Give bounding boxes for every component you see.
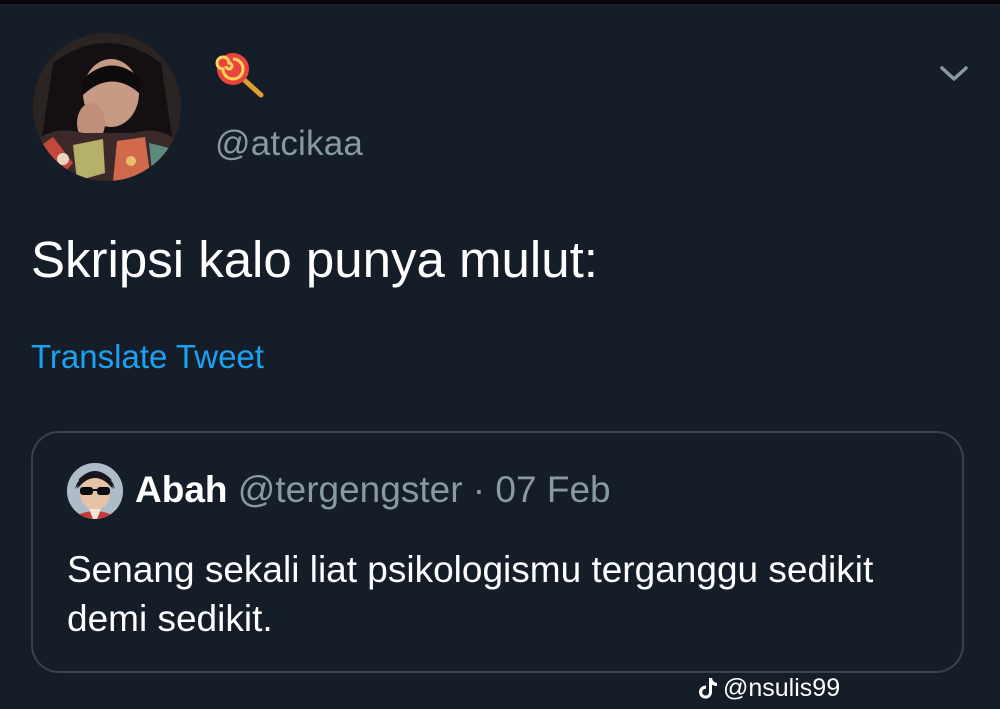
quoted-tweet-text: Senang sekali liat psikologismu tergangg… xyxy=(67,549,874,639)
quoted-user-name[interactable]: Abah xyxy=(135,469,228,510)
top-edge xyxy=(0,0,1000,4)
tiktok-watermark: @nsulis99 xyxy=(697,675,840,701)
quoted-tweet-header: Abah @tergengster · 07 Feb xyxy=(135,468,611,512)
quoted-user-avatar[interactable] xyxy=(67,463,123,519)
quoted-tweet-date[interactable]: 07 Feb xyxy=(495,469,610,510)
chevron-down-icon[interactable] xyxy=(936,60,972,86)
header-separator: · xyxy=(472,469,486,510)
quoted-tweet[interactable]: Abah @tergengster · 07 Feb Senang sekali… xyxy=(31,431,964,673)
quoted-user-handle[interactable]: @tergengster xyxy=(238,469,463,510)
watermark-username: @nsulis99 xyxy=(723,674,841,702)
tiktok-icon xyxy=(699,678,717,699)
user-handle[interactable]: @atcikaa xyxy=(215,124,363,164)
tweet-text: Skripsi kalo punya mulut: xyxy=(31,231,598,288)
tweet-screen: @atcikaa Skripsi kalo punya mulut: Trans… xyxy=(0,0,1000,709)
user-avatar[interactable] xyxy=(33,33,181,181)
lollipop-icon xyxy=(213,51,267,99)
translate-tweet-link[interactable]: Translate Tweet xyxy=(31,337,264,377)
